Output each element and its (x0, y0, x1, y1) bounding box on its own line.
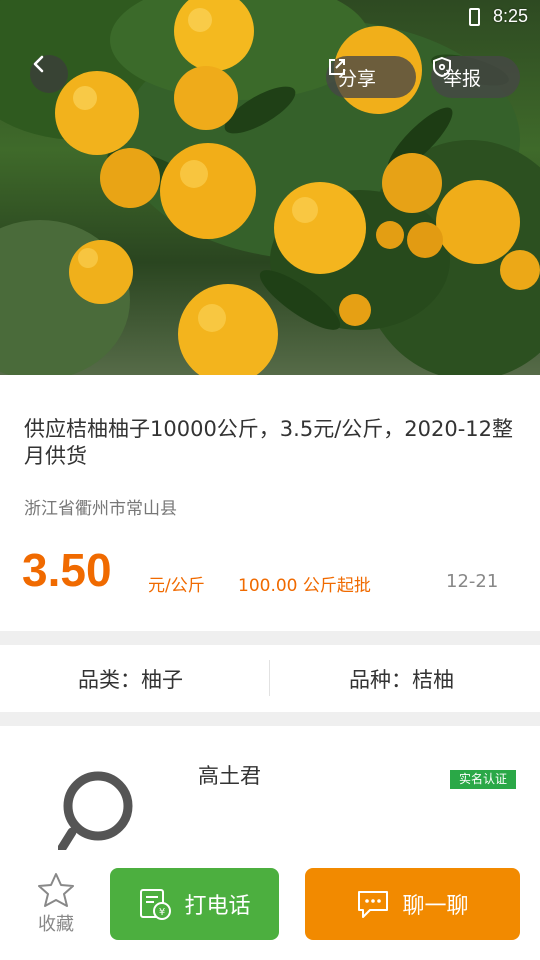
chat-button[interactable]: 聊一聊 (305, 868, 520, 940)
seller-avatar[interactable] (57, 770, 138, 853)
product-category: 品类：柚子 (78, 668, 183, 692)
product-photo[interactable]: 8:25 分享 举报 (0, 0, 540, 375)
svg-text:¥: ¥ (159, 907, 165, 918)
product-variety: 品种：桔柚 (349, 668, 454, 692)
call-label: 打电话 (184, 894, 251, 919)
verified-badge: 实名认证 (450, 770, 516, 789)
battery-icon (469, 8, 480, 26)
share-icon (329, 59, 345, 75)
seller-name: 高土君 (198, 764, 261, 788)
attribute-separator (269, 660, 270, 696)
report-button[interactable]: 举报 (431, 56, 520, 98)
post-date: 12-21 (446, 571, 499, 592)
shield-icon (433, 56, 451, 78)
product-title: 供应桔柚柚子10000公斤，3.5元/公斤，2020-12整月供货 (24, 417, 514, 468)
phone-bill-icon: ¥ (140, 889, 172, 920)
min-order: 100.00 公斤起批 (238, 576, 371, 596)
chat-label: 聊一聊 (402, 894, 469, 919)
product-price: 3.50 (22, 544, 112, 596)
star-icon (38, 873, 74, 907)
favorite-button[interactable]: 收藏 (30, 872, 82, 936)
section-divider (0, 712, 540, 726)
chevron-left-icon (33, 55, 44, 73)
back-button[interactable] (30, 55, 68, 93)
price-unit: 元/公斤 (148, 576, 205, 596)
call-button[interactable]: ¥ 打电话 (110, 868, 279, 940)
favorite-label: 收藏 (38, 914, 74, 935)
avatar-placeholder-icon (57, 771, 133, 853)
product-location: 浙江省衢州市常山县 (24, 499, 177, 519)
chat-bubble-icon (358, 891, 389, 918)
share-button[interactable]: 分享 (326, 56, 416, 98)
section-divider (0, 631, 540, 645)
status-time: 8:25 (492, 6, 528, 26)
